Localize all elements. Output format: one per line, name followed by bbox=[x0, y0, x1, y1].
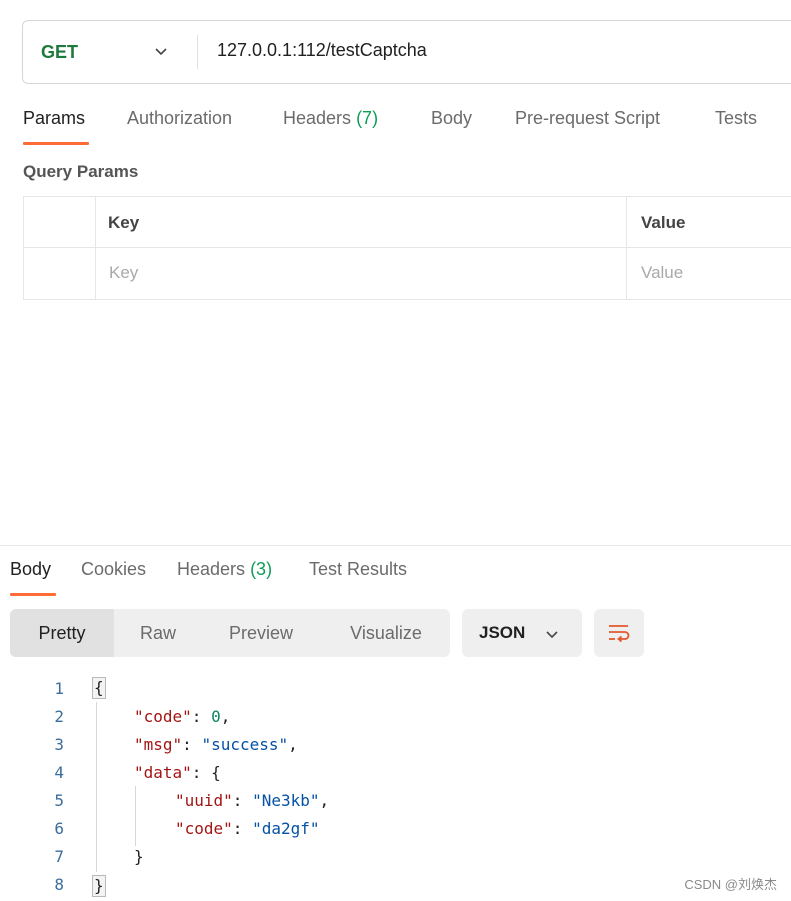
code-line: } bbox=[134, 847, 144, 866]
method-label: GET bbox=[41, 42, 79, 62]
response-tab-headers[interactable]: Headers (3) bbox=[177, 559, 272, 580]
active-response-tab-indicator bbox=[10, 593, 56, 596]
line-number: 3 bbox=[54, 735, 64, 754]
response-tab-cookies[interactable]: Cookies bbox=[81, 559, 146, 580]
tab-authorization[interactable]: Authorization bbox=[127, 108, 232, 129]
json-brace: { bbox=[211, 763, 221, 782]
response-headers-label: Headers bbox=[177, 559, 246, 579]
watermark: CSDN @刘焕杰 bbox=[684, 877, 777, 892]
indent-guide bbox=[135, 786, 136, 846]
json-brace: } bbox=[134, 847, 144, 866]
json-key: "code" bbox=[134, 707, 192, 726]
tab-body[interactable]: Body bbox=[431, 108, 472, 129]
json-string: "da2gf" bbox=[252, 819, 320, 838]
line-number: 8 bbox=[54, 875, 64, 894]
json-key: "code" bbox=[175, 819, 233, 838]
line-number: 2 bbox=[54, 707, 64, 726]
line-number: 6 bbox=[54, 819, 64, 838]
response-headers-count: (3) bbox=[250, 559, 273, 579]
line-number: 7 bbox=[54, 847, 64, 866]
json-punct: , bbox=[288, 735, 298, 754]
value-input[interactable]: Value bbox=[641, 263, 683, 283]
response-divider bbox=[0, 545, 791, 546]
wrap-lines-button[interactable] bbox=[594, 609, 644, 657]
column-divider bbox=[95, 197, 96, 299]
format-dropdown[interactable]: JSON bbox=[462, 609, 582, 657]
key-column-header: Key bbox=[108, 213, 140, 232]
json-key: "data" bbox=[134, 763, 192, 782]
tab-tests[interactable]: Tests bbox=[715, 108, 757, 129]
view-pretty-button[interactable]: Pretty bbox=[10, 609, 114, 657]
value-column-header: Value bbox=[641, 213, 686, 232]
code-line: "data": { bbox=[134, 763, 221, 782]
chevron-down-icon bbox=[155, 48, 167, 56]
column-divider bbox=[626, 197, 627, 299]
view-raw-button[interactable]: Raw bbox=[114, 609, 202, 657]
tab-pre-request-script[interactable]: Pre-request Script bbox=[515, 108, 660, 129]
matching-brace: { bbox=[92, 677, 106, 699]
json-punct: : bbox=[182, 735, 202, 754]
table-row: Key Value bbox=[24, 249, 791, 300]
tab-headers-label: Headers bbox=[283, 108, 352, 128]
json-punct: : bbox=[191, 763, 212, 782]
code-line: "code": 0, bbox=[134, 707, 230, 726]
url-separator bbox=[197, 35, 198, 69]
view-visualize-button[interactable]: Visualize bbox=[326, 609, 446, 657]
method-selector[interactable]: GET bbox=[23, 21, 197, 83]
line-number: 1 bbox=[54, 679, 64, 698]
query-params-title: Query Params bbox=[23, 162, 139, 181]
request-tabs: Params Authorization Headers (7) Body Pr… bbox=[0, 108, 791, 148]
matching-brace: } bbox=[92, 875, 106, 897]
code-line: "uuid": "Ne3kb", bbox=[175, 791, 329, 810]
response-body-viewer[interactable]: 1 2 3 4 5 6 7 8 { "code": 0, "msg": "suc… bbox=[0, 674, 791, 901]
format-label: JSON bbox=[479, 623, 526, 642]
json-string: "success" bbox=[201, 735, 289, 754]
line-number: 4 bbox=[54, 763, 64, 782]
chevron-down-icon bbox=[546, 631, 558, 639]
tab-params[interactable]: Params bbox=[23, 108, 85, 129]
json-key: "uuid" bbox=[175, 791, 233, 810]
json-punct: : bbox=[232, 791, 253, 810]
json-punct: , bbox=[220, 707, 231, 726]
url-bar: GET 127.0.0.1:112/testCaptcha bbox=[22, 20, 791, 84]
headers-count: (7) bbox=[356, 108, 379, 128]
view-preview-button[interactable]: Preview bbox=[206, 609, 316, 657]
response-tab-test-results[interactable]: Test Results bbox=[309, 559, 407, 580]
json-number: 0 bbox=[211, 707, 221, 726]
json-string: "Ne3kb" bbox=[252, 791, 320, 810]
code-line: "code": "da2gf" bbox=[175, 819, 320, 838]
query-params-table: Key Value Key Value bbox=[23, 196, 791, 300]
view-mode-selector: Pretty Raw Preview Visualize bbox=[10, 609, 450, 657]
response-tabs: Body Cookies Headers (3) Test Results bbox=[0, 559, 791, 599]
code-line: { bbox=[92, 677, 106, 699]
key-input[interactable]: Key bbox=[109, 263, 138, 283]
code-line: "msg": "success", bbox=[134, 735, 298, 754]
json-punct: : bbox=[191, 707, 212, 726]
code-line: } bbox=[92, 875, 106, 897]
url-input[interactable]: 127.0.0.1:112/testCaptcha bbox=[217, 40, 427, 61]
indent-guide bbox=[96, 702, 97, 872]
json-punct: , bbox=[319, 791, 330, 810]
tab-headers[interactable]: Headers (7) bbox=[283, 108, 378, 129]
active-tab-indicator bbox=[23, 142, 89, 145]
wrap-lines-icon bbox=[609, 625, 630, 643]
json-punct: : bbox=[232, 819, 253, 838]
table-header-row: Key Value bbox=[24, 197, 791, 248]
json-key: "msg" bbox=[134, 735, 183, 754]
line-number: 5 bbox=[54, 791, 64, 810]
response-tab-body[interactable]: Body bbox=[10, 559, 51, 580]
